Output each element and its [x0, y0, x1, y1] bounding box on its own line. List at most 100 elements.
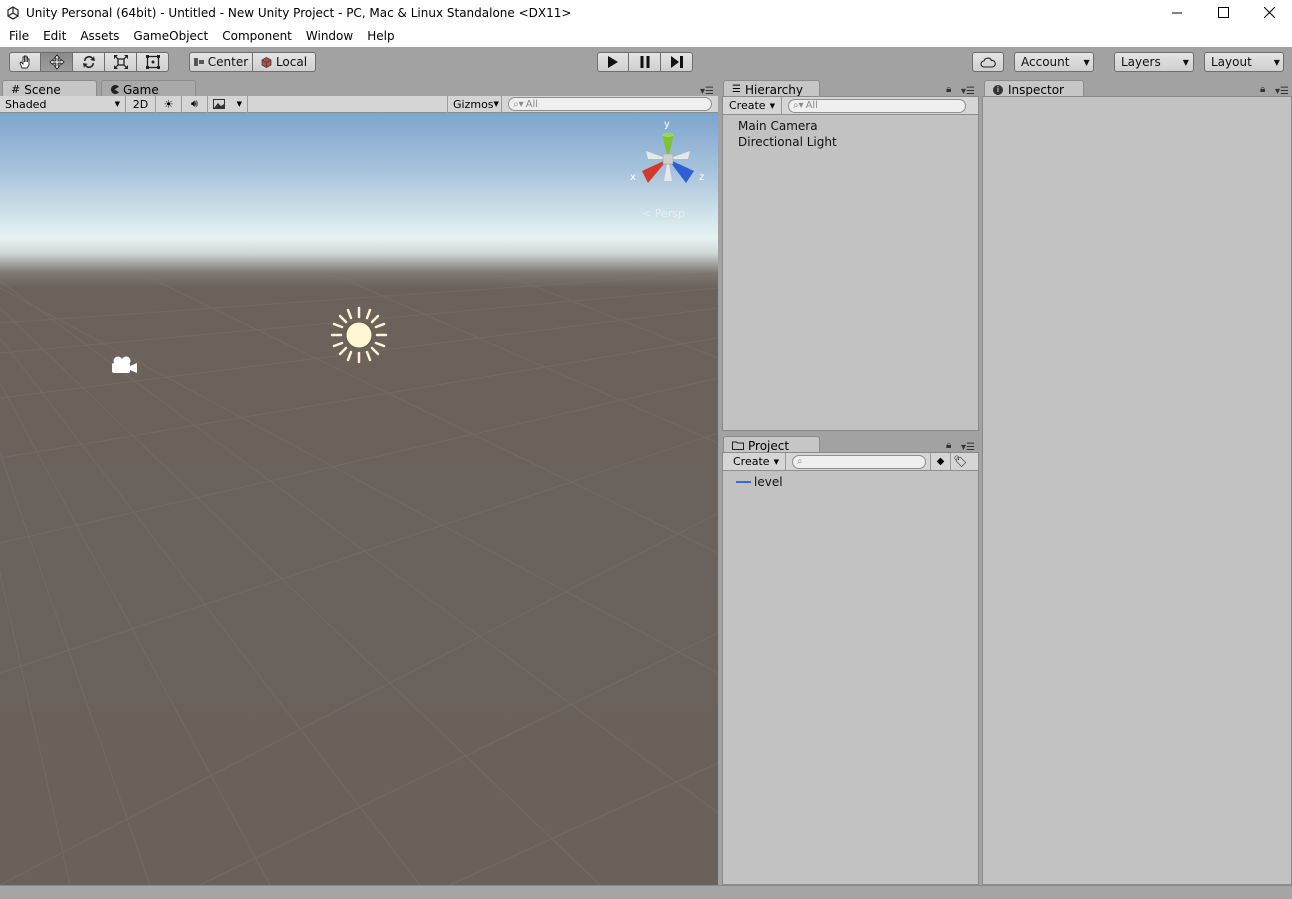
search-icon: ⌕▾ — [513, 98, 524, 110]
camera-icon[interactable] — [109, 355, 139, 377]
step-button[interactable] — [661, 52, 693, 72]
project-panel: Create ▼ ⌕ ◆ 🏷︎ level — [722, 452, 979, 885]
close-button[interactable] — [1246, 0, 1292, 25]
menu-gameobject[interactable]: GameObject — [126, 25, 215, 47]
maximize-button[interactable] — [1200, 0, 1246, 25]
hierarchy-search-placeholder: All — [805, 100, 818, 111]
layout-dropdown[interactable]: Layout ▼ — [1204, 52, 1284, 72]
mode-2d-toggle[interactable]: 2D — [126, 95, 156, 113]
hand-tool-button[interactable] — [9, 52, 41, 72]
move-tool-button[interactable] — [41, 52, 73, 72]
grid-icon: # — [11, 83, 21, 96]
search-by-label-button[interactable]: 🏷︎ — [949, 453, 970, 470]
step-icon — [670, 56, 683, 68]
layout-controls: Layout ▼ — [1204, 52, 1284, 72]
scene-asset-icon — [736, 481, 751, 483]
main-toolbar: Center Local Account ▼ Layers ▼ Layout ▼ — [0, 47, 1292, 79]
menu-window[interactable]: Window — [299, 25, 360, 47]
effects-dropdown[interactable]: ▼ — [208, 95, 248, 113]
scene-viewport[interactable]: y x z < Persp — [0, 113, 718, 885]
layers-label: Layers — [1121, 55, 1161, 69]
scene-grid — [0, 272, 718, 885]
chevron-down-icon: ▼ — [236, 100, 242, 108]
minimize-icon — [1172, 12, 1182, 13]
hierarchy-panel: Create ▼ ⌕▾ All Main Camera Directional … — [722, 96, 979, 431]
hierarchy-item-directional-light[interactable]: Directional Light — [738, 135, 837, 149]
pivot-center-icon — [193, 58, 204, 66]
search-by-type-button[interactable]: ◆ — [929, 453, 950, 470]
menu-bar: File Edit Assets GameObject Component Wi… — [0, 25, 1292, 47]
chevron-left-icon: < — [642, 207, 652, 220]
tab-project-label: Project — [748, 438, 790, 453]
hierarchy-item-main-camera[interactable]: Main Camera — [738, 119, 818, 133]
pivot-rotation-button[interactable]: Local — [253, 52, 316, 72]
account-controls: Account ▼ — [1014, 52, 1094, 72]
menu-edit[interactable]: Edit — [36, 25, 73, 47]
pivot-rotation-label: Local — [275, 55, 308, 69]
account-dropdown[interactable]: Account ▼ — [1014, 52, 1094, 72]
status-bar — [0, 885, 1292, 899]
tab-scene-label: Scene — [24, 82, 61, 97]
local-cube-icon — [261, 56, 272, 68]
project-create-label: Create — [733, 455, 770, 468]
layers-dropdown[interactable]: Layers ▼ — [1114, 52, 1194, 72]
project-search-input[interactable]: ⌕ — [791, 454, 926, 469]
chevron-down-icon: ▼ — [493, 100, 499, 108]
audio-toggle[interactable]: 🔊︎ — [182, 95, 208, 113]
transform-tools — [9, 52, 169, 72]
hand-icon — [19, 55, 30, 69]
directional-light-icon[interactable] — [329, 305, 389, 365]
folder-icon — [732, 439, 744, 453]
minimize-button[interactable] — [1154, 0, 1200, 25]
gizmo-y-label: y — [664, 119, 670, 130]
scale-tool-button[interactable] — [105, 52, 137, 72]
lighting-toggle[interactable]: ☀ — [156, 95, 182, 113]
shading-mode-dropdown[interactable]: Shaded ▼ — [0, 95, 126, 113]
chevron-down-icon: ▼ — [773, 457, 779, 466]
pause-button[interactable] — [629, 52, 661, 72]
window-controls — [1154, 0, 1292, 25]
cloud-button[interactable] — [972, 52, 1004, 72]
pivot-mode-button[interactable]: Center — [189, 52, 253, 72]
menu-component[interactable]: Component — [215, 25, 299, 47]
chevron-down-icon: ▼ — [769, 101, 775, 110]
rect-tool-button[interactable] — [137, 52, 169, 72]
menu-assets[interactable]: Assets — [73, 25, 126, 47]
play-button[interactable] — [597, 52, 629, 72]
menu-help[interactable]: Help — [360, 25, 401, 47]
projection-label[interactable]: < Persp — [642, 207, 685, 220]
unity-logo-icon — [7, 5, 19, 20]
lock-icon[interactable]: 🔒︎ — [1260, 84, 1265, 95]
inspector-panel — [982, 96, 1292, 885]
lock-icon[interactable]: 🔒︎ — [946, 84, 951, 95]
chevron-down-icon: ▼ — [1182, 57, 1189, 67]
project-item-level[interactable]: level — [736, 475, 783, 489]
hierarchy-create-dropdown[interactable]: Create ▼ — [723, 97, 782, 114]
pause-icon — [640, 56, 649, 68]
cloud-controls — [972, 52, 1004, 72]
chevron-down-icon: ▼ — [1273, 57, 1280, 67]
hierarchy-create-label: Create — [729, 99, 766, 112]
window-title: Unity Personal (64bit) - Untitled - New … — [26, 5, 572, 20]
hierarchy-search-input[interactable]: ⌕▾ All — [787, 98, 966, 113]
layers-controls: Layers ▼ — [1114, 52, 1194, 72]
project-toolbar: Create ▼ ⌕ ◆ 🏷︎ — [723, 453, 978, 471]
scene-search-input[interactable]: ⌕▾ All — [508, 97, 712, 111]
pivot-controls: Center Local — [189, 52, 316, 72]
close-icon — [1263, 7, 1275, 18]
tab-game-label: Game — [123, 82, 159, 97]
orientation-gizmo[interactable]: y x z — [628, 119, 708, 193]
rotate-tool-button[interactable] — [73, 52, 105, 72]
shading-mode-label: Shaded — [5, 97, 47, 111]
gizmo-x-label: x — [630, 172, 636, 183]
play-controls — [597, 52, 693, 72]
gizmos-dropdown[interactable]: Gizmos ▼ — [447, 95, 502, 113]
tab-hierarchy-label: Hierarchy — [744, 82, 803, 97]
play-icon — [608, 56, 618, 68]
hierarchy-toolbar: Create ▼ ⌕▾ All — [723, 97, 978, 115]
lock-icon[interactable]: 🔒︎ — [946, 440, 951, 451]
gizmos-label: Gizmos — [453, 97, 494, 111]
project-create-dropdown[interactable]: Create ▼ — [727, 453, 786, 470]
pacman-icon — [110, 83, 119, 97]
menu-file[interactable]: File — [2, 25, 36, 47]
